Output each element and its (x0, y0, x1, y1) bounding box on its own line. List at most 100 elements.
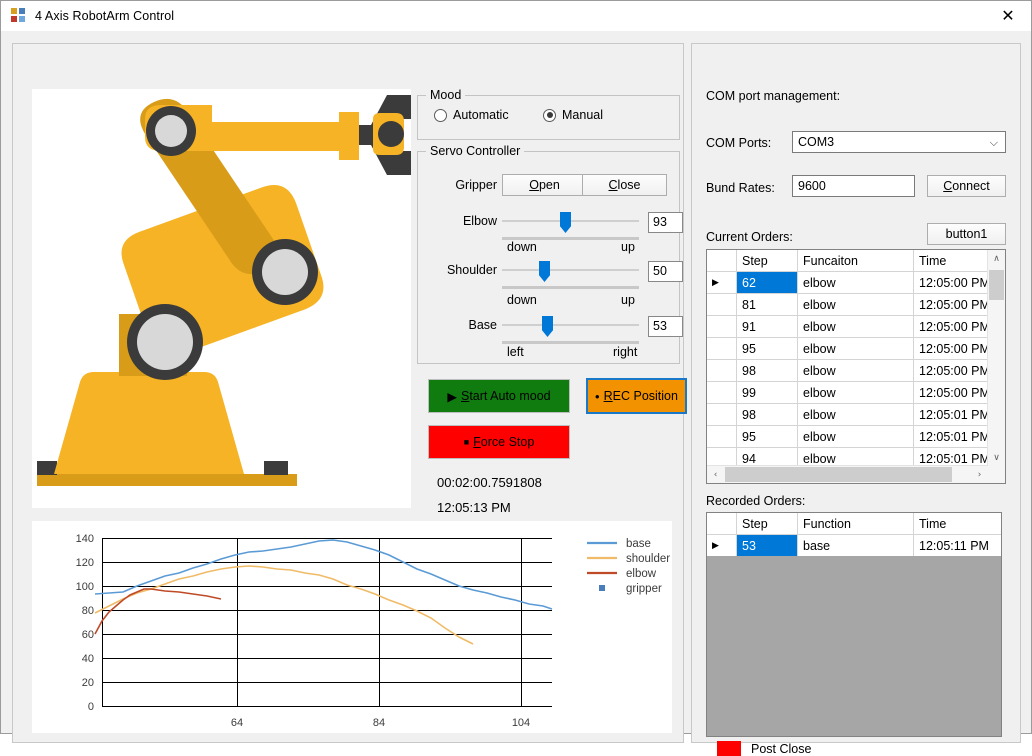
table-row[interactable]: 98 elbow 12:05:00 PM (707, 360, 988, 382)
cell-time[interactable]: 12:05:00 PM (914, 382, 989, 404)
cell-function[interactable]: elbow (798, 272, 914, 294)
rec-position-button[interactable]: • REC Position (586, 378, 687, 414)
radio-automatic[interactable]: Automatic (434, 108, 509, 122)
table-row[interactable]: 91 elbow 12:05:00 PM (707, 316, 988, 338)
shoulder-min-label: down (507, 293, 537, 307)
elbow-slider-thumb[interactable] (560, 212, 571, 233)
window-title: 4 Axis RobotArm Control (35, 9, 174, 23)
close-mnemonic: C (609, 178, 618, 192)
cell-step[interactable]: 98 (737, 404, 798, 426)
table-row[interactable]: 95 elbow 12:05:00 PM (707, 338, 988, 360)
table-row[interactable]: 81 elbow 12:05:00 PM (707, 294, 988, 316)
cell-function[interactable]: elbow (798, 382, 914, 404)
chevron-down-icon[interactable]: ⌵ (990, 136, 998, 150)
open-mnemonic: O (529, 178, 539, 192)
button1[interactable]: button1 (927, 223, 1006, 245)
vscroll-thumb[interactable] (989, 270, 1004, 300)
col-header-function[interactable]: Funcaiton (798, 250, 914, 272)
col-header-indicator[interactable] (707, 250, 737, 272)
base-slider[interactable] (502, 316, 639, 344)
connect-button[interactable]: Connect (927, 175, 1006, 197)
cell-step[interactable]: 53 (737, 535, 798, 557)
bund-rates-input[interactable]: 9600 (792, 175, 915, 197)
hscroll-thumb[interactable] (725, 467, 952, 482)
shoulder-slider-thumb[interactable] (539, 261, 550, 282)
col-header-indicator[interactable] (707, 513, 737, 535)
base-label: Base (417, 318, 497, 332)
cell-function[interactable]: elbow (798, 294, 914, 316)
grid-empty-area (707, 556, 1001, 736)
start-auto-mood-button[interactable]: ▶ Start Auto mood (428, 379, 570, 413)
shoulder-slider[interactable] (502, 261, 639, 289)
cell-function[interactable]: elbow (798, 360, 914, 382)
cell-step[interactable]: 95 (737, 338, 798, 360)
col-header-time[interactable]: Time (914, 513, 1003, 535)
cell-step[interactable]: 95 (737, 426, 798, 448)
radio-manual-circle[interactable] (543, 109, 556, 122)
table-row[interactable]: 94 elbow 12:05:01 PM (707, 448, 988, 467)
current-orders-hscrollbar[interactable]: ‹ › (707, 465, 988, 483)
chart-svg: 140 120 100 80 60 40 20 0 64 84 104 (32, 521, 672, 733)
shoulder-value-field[interactable]: 50 (648, 261, 683, 282)
play-icon: ▶ (447, 389, 457, 404)
cell-time[interactable]: 12:05:01 PM (914, 426, 989, 448)
table-header-row: Step Funcaiton Time (707, 250, 988, 272)
radio-automatic-label: Automatic (453, 108, 509, 122)
cell-function[interactable]: elbow (798, 338, 914, 360)
cell-time[interactable]: 12:05:00 PM (914, 272, 989, 294)
col-header-time[interactable]: Time (914, 250, 989, 272)
cell-time[interactable]: 12:05:01 PM (914, 448, 989, 467)
cell-step[interactable]: 81 (737, 294, 798, 316)
svg-text:elbow: elbow (626, 568, 657, 580)
cell-time[interactable]: 12:05:11 PM (914, 535, 1003, 557)
svg-text:40: 40 (82, 653, 94, 665)
cell-time[interactable]: 12:05:01 PM (914, 404, 989, 426)
radio-manual[interactable]: Manual (543, 108, 603, 122)
cell-function[interactable]: elbow (798, 426, 914, 448)
com-ports-dropdown[interactable]: COM3 ⌵ (792, 131, 1006, 153)
cell-function[interactable]: elbow (798, 316, 914, 338)
cell-time[interactable]: 12:05:00 PM (914, 360, 989, 382)
table-row[interactable]: ▶ 62 elbow 12:05:00 PM (707, 272, 988, 294)
scroll-up-icon[interactable]: ∧ (988, 250, 1005, 267)
cell-time[interactable]: 12:05:00 PM (914, 294, 989, 316)
cell-function[interactable]: elbow (798, 448, 914, 467)
elbow-value-field[interactable]: 93 (648, 212, 683, 233)
table-row[interactable]: ▶ 53 base 12:05:11 PM (707, 535, 1002, 557)
table-row[interactable]: 99 elbow 12:05:00 PM (707, 382, 988, 404)
cell-step[interactable]: 62 (737, 272, 798, 294)
cell-step[interactable]: 94 (737, 448, 798, 467)
cell-time[interactable]: 12:05:00 PM (914, 338, 989, 360)
cell-function[interactable]: elbow (798, 404, 914, 426)
svg-text:140: 140 (76, 533, 94, 545)
cell-step[interactable]: 91 (737, 316, 798, 338)
telemetry-chart: 140 120 100 80 60 40 20 0 64 84 104 (32, 521, 672, 733)
current-orders-vscrollbar[interactable]: ∧ ∨ (987, 250, 1005, 466)
cell-time[interactable]: 12:05:00 PM (914, 316, 989, 338)
radio-automatic-circle[interactable] (434, 109, 447, 122)
col-header-function[interactable]: Function (798, 513, 914, 535)
scroll-left-icon[interactable]: ‹ (707, 466, 724, 483)
table-row[interactable]: 95 elbow 12:05:01 PM (707, 426, 988, 448)
current-orders-grid[interactable]: Step Funcaiton Time ▶ 62 elbow 12:05:00 … (706, 249, 1006, 484)
gripper-close-button[interactable]: Close (582, 174, 667, 196)
col-header-step[interactable]: Step (737, 513, 798, 535)
rec-mnemonic: R (604, 389, 613, 403)
close-icon[interactable]: ✕ (985, 1, 1031, 30)
table-row[interactable]: 98 elbow 12:05:01 PM (707, 404, 988, 426)
base-slider-thumb[interactable] (542, 316, 553, 337)
scroll-right-icon[interactable]: › (971, 466, 988, 483)
recorded-orders-grid[interactable]: Step Function Time ▶ 53 base 12:05:11 PM (706, 512, 1002, 737)
elbow-slider[interactable] (502, 212, 639, 240)
cell-step[interactable]: 98 (737, 360, 798, 382)
row-indicator (707, 404, 737, 426)
row-indicator: ▶ (707, 272, 737, 294)
cell-step[interactable]: 99 (737, 382, 798, 404)
force-stop-button[interactable]: ■ Force Stop (428, 425, 570, 459)
cell-function[interactable]: base (798, 535, 914, 557)
svg-text:64: 64 (231, 717, 243, 729)
base-value-field[interactable]: 53 (648, 316, 683, 337)
col-header-step[interactable]: Step (737, 250, 798, 272)
gripper-open-button[interactable]: Open (502, 174, 587, 196)
scroll-down-icon[interactable]: ∨ (988, 449, 1005, 466)
